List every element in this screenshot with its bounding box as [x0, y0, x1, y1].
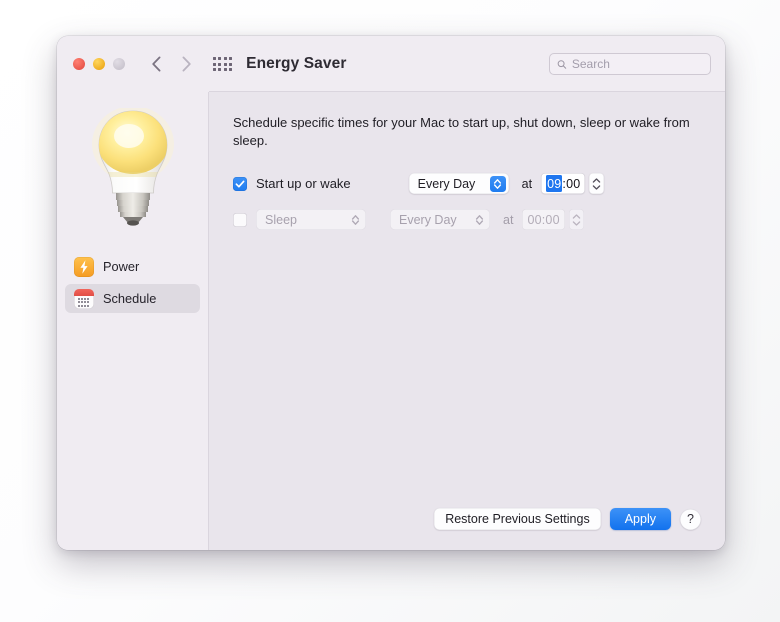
- startup-time-group: 09:00: [541, 173, 605, 195]
- sleep-time-value: 00:00: [527, 212, 560, 227]
- startup-time-minutes[interactable]: :00: [562, 177, 580, 191]
- startup-time-field[interactable]: 09:00: [541, 173, 586, 195]
- help-button[interactable]: ?: [680, 508, 701, 530]
- startup-day-popup[interactable]: Every Day: [408, 173, 509, 195]
- back-chevron-icon[interactable]: [147, 55, 165, 73]
- search-icon: [557, 59, 567, 69]
- search-input[interactable]: [571, 57, 703, 71]
- forward-chevron-icon[interactable]: [177, 55, 195, 73]
- footer-buttons: Restore Previous Settings Apply ?: [434, 508, 701, 530]
- startup-at-label: at: [521, 176, 533, 191]
- navigation-arrows: [147, 55, 195, 73]
- sleep-action-popup[interactable]: Sleep: [256, 209, 366, 231]
- startup-day-value: Every Day: [417, 176, 476, 191]
- startup-or-wake-checkbox[interactable]: [233, 176, 247, 191]
- startup-or-wake-label: Start up or wake: [256, 176, 351, 192]
- chevron-updown-icon: [471, 212, 487, 228]
- show-all-grid-icon[interactable]: [213, 57, 233, 71]
- chevron-updown-icon: [489, 175, 506, 192]
- description-text: Schedule specific times for your Mac to …: [233, 115, 690, 149]
- startup-time-hour[interactable]: 09: [546, 175, 563, 193]
- energy-saver-window: Energy Saver Search Power Schedule Sched…: [57, 36, 725, 550]
- power-bolt-icon: [74, 256, 94, 277]
- minimize-button[interactable]: [93, 58, 105, 70]
- window-body: Power Schedule Schedule specific times f…: [57, 92, 725, 550]
- schedule-row-sleep: Sleep Every Day at 00:00: [233, 209, 701, 231]
- window-toolbar: Energy Saver: [57, 36, 725, 92]
- sleep-checkbox[interactable]: [233, 212, 247, 227]
- sidebar-item-label: Power: [103, 259, 140, 274]
- sleep-time-field[interactable]: 00:00: [522, 209, 565, 231]
- schedule-calendar-icon: [74, 288, 94, 309]
- zoom-button[interactable]: [113, 58, 125, 70]
- apply-button[interactable]: Apply: [609, 508, 671, 530]
- page-title: Energy Saver: [246, 55, 347, 72]
- sleep-action-value: Sleep: [265, 212, 297, 227]
- schedule-row-startup: Start up or wake Every Day at 09:00: [233, 173, 701, 195]
- light-bulb-illustration: [57, 108, 208, 226]
- sleep-at-label: at: [503, 212, 514, 227]
- sidebar: Power Schedule: [57, 92, 209, 550]
- startup-time-stepper[interactable]: [589, 173, 605, 195]
- main-content: Schedule specific times for your Mac to …: [209, 92, 725, 550]
- stepper-up-icon[interactable]: [592, 178, 601, 183]
- sidebar-list: Power Schedule: [57, 252, 208, 313]
- sidebar-item-schedule[interactable]: Schedule: [65, 284, 200, 313]
- stepper-down-icon[interactable]: [572, 221, 581, 226]
- sidebar-item-power[interactable]: Power: [65, 252, 200, 281]
- restore-previous-settings-button[interactable]: Restore Previous Settings: [434, 508, 601, 530]
- sleep-day-value: Every Day: [399, 212, 457, 227]
- sleep-time-group: 00:00: [522, 209, 584, 231]
- sleep-time-stepper[interactable]: [568, 209, 584, 231]
- search-field[interactable]: [549, 53, 711, 75]
- sidebar-item-label: Schedule: [103, 291, 157, 306]
- close-button[interactable]: [73, 58, 85, 70]
- stepper-up-icon[interactable]: [572, 214, 581, 219]
- stepper-down-icon[interactable]: [592, 185, 601, 190]
- traffic-light-buttons: [73, 58, 125, 70]
- sleep-day-popup[interactable]: Every Day: [390, 209, 490, 231]
- chevron-updown-icon: [347, 212, 363, 228]
